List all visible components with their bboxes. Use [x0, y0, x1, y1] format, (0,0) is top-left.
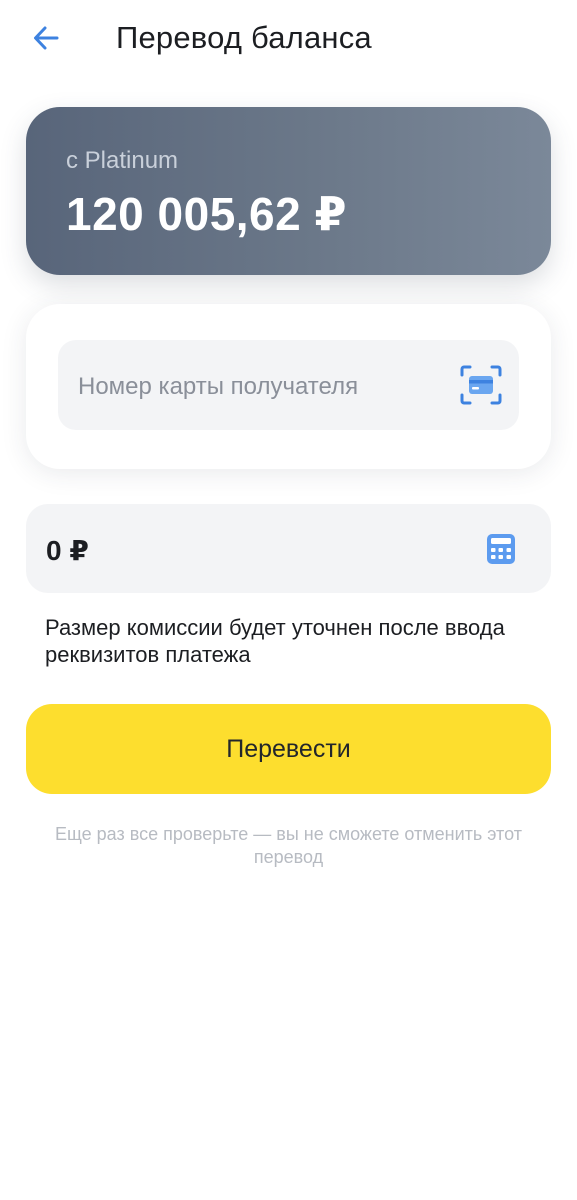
amount-input[interactable]: 0 ₽ [26, 504, 551, 593]
transfer-button[interactable]: Перевести [26, 704, 551, 794]
card-scan-icon [460, 365, 502, 405]
recipient-card-number-input[interactable]: Номер карты получателя [58, 340, 519, 430]
page-title: Перевод баланса [116, 20, 372, 55]
source-account-label: с Platinum [66, 147, 179, 174]
transfer-screen: Перевод баланса с Platinum 120 005,62 ₽ … [0, 0, 577, 1200]
back-button[interactable] [26, 18, 66, 58]
transfer-button-label: Перевести [226, 734, 351, 763]
card-number-placeholder: Номер карты получателя [78, 373, 359, 400]
arrow-left-icon [34, 26, 59, 50]
calculator-button[interactable] [483, 531, 519, 567]
recipient-card: Номер карты получателя [26, 304, 551, 469]
irreversible-warning: Еще раз все проверьте — вы не сможете от… [55, 824, 522, 867]
source-balance: 120 005,62 ₽ [66, 188, 348, 240]
calculator-icon [487, 534, 515, 564]
source-account-card[interactable]: с Platinum 120 005,62 ₽ [26, 107, 551, 275]
scan-card-button[interactable] [459, 364, 503, 406]
commission-note: Размер комиссии будет уточнен после ввод… [45, 615, 505, 667]
amount-value: 0 ₽ [46, 535, 89, 566]
